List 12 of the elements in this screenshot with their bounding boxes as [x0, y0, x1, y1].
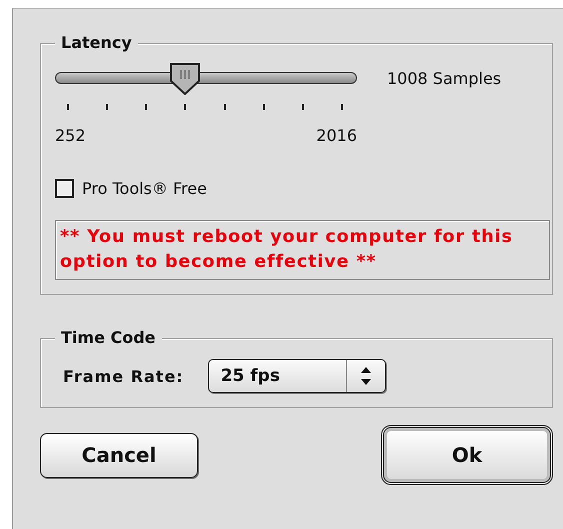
slider-reading: 1008 Samples [387, 68, 502, 88]
warning-message: ** You must reboot your computer for this option to become effective ** [55, 220, 550, 280]
min-label: 252 [55, 126, 86, 145]
frame-rate-popup[interactable]: 25 fps [208, 359, 386, 393]
button[interactable]: Cancel [40, 432, 198, 478]
checkbox-label: Pro Tools® Free [82, 179, 207, 198]
max-label: 2016 [316, 126, 357, 145]
group-title: Latency [55, 33, 138, 52]
slider-thumb[interactable] [167, 63, 203, 95]
checkbox[interactable] [55, 179, 74, 198]
default-button[interactable]: Ok [381, 425, 553, 485]
frame-rate-label: Frame Rate: [63, 366, 184, 386]
